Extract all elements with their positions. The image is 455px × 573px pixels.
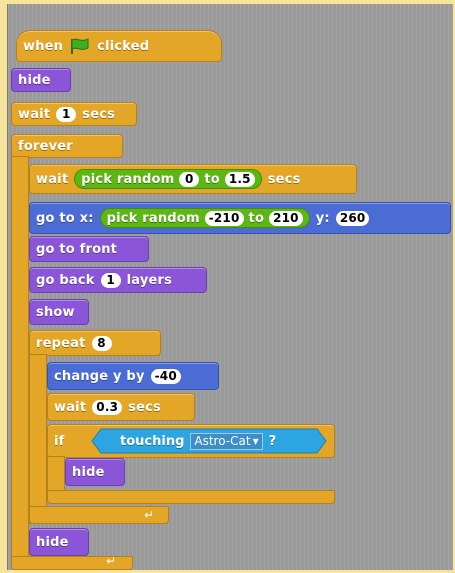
- repeat-label: repeat: [36, 335, 86, 351]
- show-block[interactable]: show: [29, 299, 89, 325]
- show-label: show: [36, 304, 75, 320]
- hide-label: hide: [36, 534, 69, 550]
- sprite-name: Astro-Cat: [194, 433, 251, 448]
- green-flag-icon: [71, 38, 89, 54]
- question-mark: ?: [268, 433, 277, 449]
- clicked-label: clicked: [97, 38, 150, 54]
- hide-block[interactable]: hide: [65, 458, 125, 486]
- repeat-block[interactable]: repeat 8: [29, 330, 161, 356]
- scripts-area[interactable]: when clicked hide wait 1 secs forever wa…: [7, 4, 453, 570]
- layers-input[interactable]: 1: [100, 272, 121, 288]
- touching-label: touching: [120, 433, 185, 449]
- pick-random-label: pick random: [106, 210, 200, 226]
- go-back-label: go back: [36, 272, 95, 288]
- dropdown-arrow-icon: ▾: [252, 433, 259, 448]
- wait-label: wait: [18, 106, 51, 122]
- forever-block[interactable]: forever: [11, 134, 123, 158]
- secs-label: secs: [128, 399, 161, 415]
- loop-arrow-icon: ↵: [144, 508, 155, 522]
- random-from-input[interactable]: -210: [204, 210, 244, 226]
- change-y-input[interactable]: -40: [150, 368, 181, 384]
- if-block-bottom: [47, 490, 335, 504]
- layers-label: layers: [126, 272, 173, 288]
- when-label: when: [23, 38, 64, 54]
- wait-block[interactable]: wait 0.3 secs: [47, 393, 195, 421]
- repeat-count-input[interactable]: 8: [91, 335, 112, 351]
- secs-label: secs: [82, 106, 116, 122]
- go-to-xy-block[interactable]: go to x: pick random -210 to 210 y: 260: [29, 202, 451, 234]
- y-input[interactable]: 260: [335, 210, 370, 226]
- wait-label: wait: [54, 399, 87, 415]
- go-to-x-label: go to x:: [36, 210, 94, 226]
- secs-label: secs: [267, 171, 301, 187]
- if-label: if: [54, 433, 65, 449]
- wait-seconds-input[interactable]: 0.3: [92, 399, 123, 415]
- random-from-input[interactable]: 0: [179, 171, 200, 187]
- wait-block[interactable]: wait 1 secs: [11, 102, 137, 126]
- pick-random-label: pick random: [81, 171, 175, 187]
- change-y-block[interactable]: change y by -40: [47, 362, 219, 390]
- pick-random-reporter[interactable]: pick random -210 to 210: [99, 208, 310, 228]
- hide-label: hide: [72, 464, 105, 480]
- pick-random-reporter[interactable]: pick random 0 to 1.5: [74, 169, 262, 189]
- random-to-input[interactable]: 210: [269, 210, 303, 226]
- hide-block[interactable]: hide: [11, 68, 71, 92]
- sprite-dropdown[interactable]: Astro-Cat ▾: [190, 432, 263, 450]
- when-flag-clicked-block[interactable]: when clicked: [16, 30, 222, 62]
- go-to-front-block[interactable]: go to front: [29, 236, 149, 262]
- hide-label: hide: [18, 72, 51, 88]
- touching-sensor[interactable]: touching Astro-Cat ▾ ?: [120, 430, 276, 452]
- wait-seconds-input[interactable]: 1: [56, 106, 77, 122]
- wait-random-block[interactable]: wait pick random 0 to 1.5 secs: [29, 164, 357, 194]
- hide-block[interactable]: hide: [29, 528, 89, 556]
- to-label: to: [204, 171, 220, 187]
- change-y-label: change y by: [54, 368, 145, 384]
- y-label: y:: [315, 210, 330, 226]
- forever-block-side: [11, 156, 29, 564]
- random-to-input[interactable]: 1.5: [224, 171, 255, 187]
- loop-arrow-icon: ↵: [106, 554, 117, 568]
- if-block-side: [47, 456, 65, 494]
- forever-label: forever: [18, 138, 73, 154]
- repeat-block-side: [29, 354, 47, 524]
- go-to-front-label: go to front: [36, 241, 118, 257]
- to-label: to: [248, 210, 265, 226]
- go-back-layers-block[interactable]: go back 1 layers: [29, 267, 207, 293]
- wait-label: wait: [36, 171, 69, 187]
